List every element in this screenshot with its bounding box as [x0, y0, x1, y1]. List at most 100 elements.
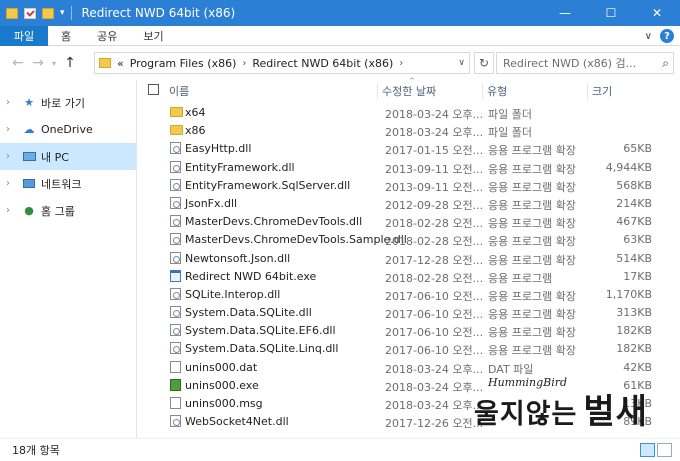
file-row[interactable]: System.Data.SQLite.dll 2017-06-10 오전... 응용… [141, 303, 660, 321]
file-type: 파일 폴더 [488, 108, 532, 121]
column-header-size[interactable]: 크기 [587, 83, 657, 99]
expand-chevron-icon[interactable]: › [6, 178, 18, 189]
file-type: 응용 프로그램 확장 [488, 253, 576, 267]
file-row[interactable]: EntityFramework.SqlServer.dll 2013-09-11 … [141, 176, 660, 194]
maximize-button[interactable]: ☐ [588, 0, 634, 26]
file-type: 파일 폴더 [488, 126, 532, 140]
details-view-icon[interactable] [640, 443, 655, 457]
folder-icon[interactable] [6, 7, 18, 19]
file-row[interactable]: unins000.exe 2018-03-24 오후... 61KB [141, 376, 660, 394]
expand-ribbon-icon[interactable]: ∨ [645, 31, 652, 42]
file-row[interactable]: EasyHttp.dll 2017-01-15 오전... 응용 프로그램 확장 65… [141, 139, 660, 157]
recent-locations-icon[interactable]: ▾ [48, 59, 60, 68]
tab-share[interactable]: 공유 [84, 26, 130, 46]
tab-view[interactable]: 보기 [130, 26, 176, 46]
file-type: 응용 프로그램 확장 [488, 180, 576, 194]
sidebar-item-label: OneDrive [41, 123, 93, 136]
address-bar[interactable]: « Program Files (x86) › Redirect NWD 64b… [94, 52, 470, 74]
tab-home[interactable]: 홈 [48, 26, 84, 46]
breadcrumb-current-folder[interactable]: Redirect NWD 64bit (x86) [252, 57, 393, 70]
file-date: 2017-12-28 오전... [385, 253, 484, 267]
navigation-pane: › ★ 바로 가기 › ☁ OneDrive › 내 PC › 네트워크 › ●… [0, 80, 137, 438]
close-button[interactable]: ✕ [634, 0, 680, 26]
file-row[interactable]: MasterDevs.ChromeDevTools.dll 2018-02-28 … [141, 212, 660, 230]
sidebar-item-label: 바로 가기 [41, 96, 85, 110]
properties-icon[interactable] [24, 7, 36, 19]
file-row[interactable]: System.Data.SQLite.EF6.dll 2017-06-10 오전.… [141, 321, 660, 339]
file-row[interactable]: MasterDevs.ChromeDevTools.Sample.dll 2018… [141, 230, 660, 248]
file-row[interactable]: x86 2018-03-24 오후... 파일 폴더 [141, 121, 660, 139]
expand-chevron-icon[interactable]: › [6, 151, 18, 162]
file-row[interactable]: WebSocket4Net.dll 2017-12-26 오전... 89KB [141, 412, 660, 430]
file-row[interactable]: x64 2018-03-24 오후... 파일 폴더 [141, 103, 660, 121]
address-dropdown-icon[interactable]: ∨ [458, 58, 465, 68]
file-name: EntityFramework.dll [185, 160, 295, 174]
file-row[interactable]: SQLite.Interop.dll 2017-06-10 오전... 응용 프로그… [141, 285, 660, 303]
file-name: System.Data.SQLite.dll [185, 306, 312, 320]
file-row[interactable]: JsonFx.dll 2012-09-28 오전... 응용 프로그램 확장 214K… [141, 194, 660, 212]
file-name: EasyHttp.dll [185, 142, 252, 156]
file-row[interactable]: Redirect NWD 64bit.exe 2018-02-28 오전... 응용… [141, 267, 660, 285]
file-date: 2018-02-28 오전... [385, 217, 484, 231]
back-arrow-icon[interactable]: ← [8, 55, 28, 71]
file-name: System.Data.SQLite.Linq.dll [185, 342, 339, 356]
file-name: x86 [185, 124, 206, 138]
file-row[interactable]: System.Data.SQLite.Linq.dll 2017-06-10 오전… [141, 339, 660, 357]
sidebar-item-label: 홈 그룹 [41, 204, 75, 218]
sidebar-item-network[interactable]: › 네트워크 [0, 170, 136, 197]
refresh-button[interactable]: ↻ [474, 52, 494, 74]
chevron-right-icon[interactable]: › [399, 58, 403, 69]
customize-toolbar-icon[interactable]: ▾ [60, 8, 65, 18]
forward-arrow-icon[interactable]: → [28, 55, 48, 71]
expand-chevron-icon[interactable]: › [6, 124, 18, 135]
file-name: unins000.exe [185, 378, 259, 392]
select-all-checkbox[interactable] [148, 84, 159, 95]
title-bar: ▾ Redirect NWD 64bit (x86) — ☐ ✕ [0, 0, 680, 26]
column-header-name[interactable]: 이름 [165, 83, 376, 99]
up-arrow-icon[interactable]: ↑ [60, 55, 80, 71]
file-date: 2017-06-10 오전... [385, 344, 484, 358]
sidebar-item-quick-access[interactable]: › ★ 바로 가기 [0, 89, 136, 116]
file-date: 2018-03-24 오후... [385, 362, 484, 376]
help-icon[interactable]: ? [660, 29, 674, 43]
file-name: System.Data.SQLite.EF6.dll [185, 324, 336, 338]
file-date: 2018-02-28 오전... [385, 235, 484, 249]
file-size: 17KB [623, 269, 652, 283]
file-row[interactable]: EntityFramework.dll 2013-09-11 오전... 응용 프로… [141, 158, 660, 176]
file-name: SQLite.Interop.dll [185, 287, 281, 301]
large-icons-view-icon[interactable] [657, 443, 672, 457]
chevron-right-icon[interactable]: › [242, 58, 246, 69]
new-folder-icon[interactable] [42, 7, 54, 19]
scrollbar[interactable] [660, 80, 680, 438]
dll-file-icon [170, 251, 181, 264]
breadcrumb-program-files[interactable]: Program Files (x86) [130, 57, 237, 70]
expand-chevron-icon[interactable]: › [6, 205, 18, 216]
breadcrumb-overflow[interactable]: « [117, 57, 124, 70]
column-header-type[interactable]: 유형 [482, 83, 586, 99]
file-date: 2017-01-15 오전... [385, 144, 484, 158]
expand-chevron-icon[interactable]: › [6, 97, 18, 108]
file-type: 응용 프로그램 확장 [488, 326, 576, 340]
file-type: 응용 프로그램 확장 [488, 162, 576, 176]
file-row[interactable]: unins000.msg 2018-03-24 오후... 13KB [141, 394, 660, 412]
quick-access-toolbar: ▾ [0, 0, 80, 26]
file-size: 89KB [623, 415, 652, 429]
file-size: 42KB [623, 360, 652, 374]
file-name: MasterDevs.ChromeDevTools.dll [185, 215, 363, 229]
file-type: 응용 프로그램 확장 [488, 308, 576, 322]
file-name: JsonFx.dll [185, 196, 238, 210]
search-input[interactable]: Redirect NWD (x86) 검... ⌕ [496, 52, 674, 74]
status-bar: 18개 항목 [0, 438, 680, 461]
column-header-modified[interactable]: 수정한 날짜 [377, 83, 481, 99]
sidebar-item-homegroup[interactable]: › ● 홈 그룹 [0, 197, 136, 224]
file-row[interactable]: unins000.dat 2018-03-24 오후... DAT 파일 42KB [141, 358, 660, 376]
file-row[interactable]: Newtonsoft.Json.dll 2017-12-28 오전... 응용 프로… [141, 249, 660, 267]
file-name: unins000.dat [185, 360, 258, 374]
sidebar-item-onedrive[interactable]: › ☁ OneDrive [0, 116, 136, 143]
file-date: 2012-09-28 오전... [385, 198, 484, 212]
sidebar-item-this-pc[interactable]: › 내 PC [0, 143, 136, 170]
search-icon[interactable]: ⌕ [662, 56, 669, 71]
tab-file[interactable]: 파일 [0, 25, 48, 46]
minimize-button[interactable]: — [542, 0, 588, 26]
file-name: EntityFramework.SqlServer.dll [185, 178, 351, 192]
